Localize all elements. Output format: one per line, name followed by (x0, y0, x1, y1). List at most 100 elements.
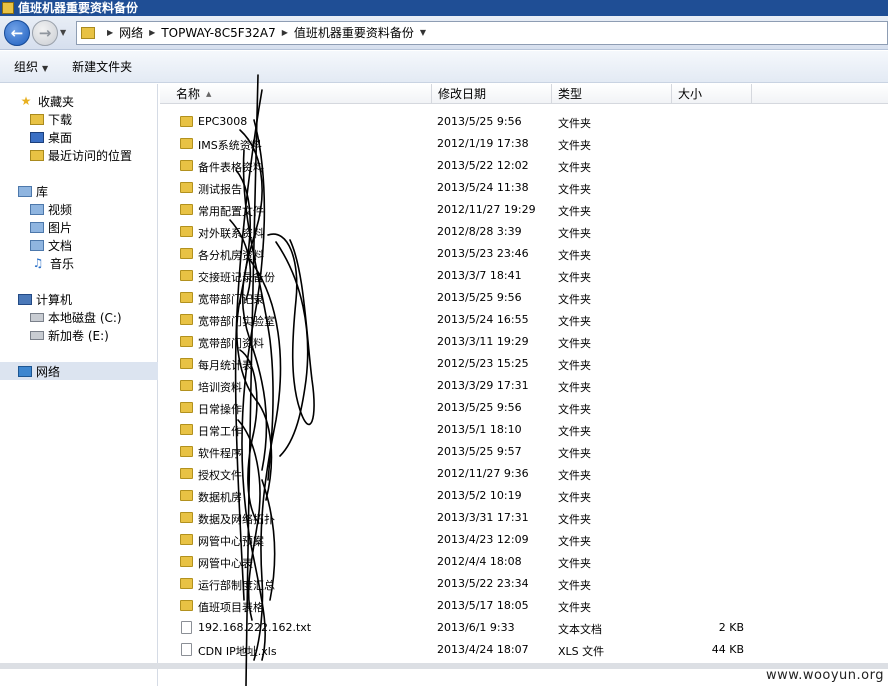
file-name: 日常操作 (198, 403, 242, 416)
file-type: 文件夹 (558, 249, 591, 262)
nav-label: 计算机 (36, 292, 73, 307)
nav-network[interactable]: 网络 (0, 362, 158, 380)
folder-icon (180, 248, 193, 259)
file-row[interactable]: 软件程序 2013/5/25 9:57 文件夹 (160, 441, 888, 463)
command-bar: 组织 ▼ 新建文件夹 (0, 51, 888, 83)
folder-icon (180, 292, 193, 303)
file-name: 授权文件 (198, 469, 242, 482)
picture-library-icon (30, 221, 44, 233)
new-folder-button[interactable]: 新建文件夹 (72, 58, 132, 75)
sort-ascending-icon: ▲ (206, 90, 212, 98)
nav-label: 收藏夹 (38, 94, 75, 109)
back-arrow-icon: ← (10, 23, 24, 42)
file-row[interactable]: 值班项目表格 2013/5/17 18:05 文件夹 (160, 595, 888, 617)
file-row[interactable]: 交接班记录备份 2013/3/7 18:41 文件夹 (160, 265, 888, 287)
file-row[interactable]: 备件表格资料 2013/5/22 12:02 文件夹 (160, 155, 888, 177)
file-name: 对外联系资料 (198, 227, 264, 240)
breadcrumb[interactable]: ▶ 网络 ▶ TOPWAY-8C5F32A7 ▶ 值班机器重要资料备份 ▼ (76, 20, 888, 45)
file-name: 备件表格资料 (198, 161, 264, 174)
back-button[interactable]: ← (4, 19, 30, 46)
file-modified-date: 2013/3/7 18:41 (437, 269, 522, 282)
file-row[interactable]: 培训资料 2013/3/29 17:31 文件夹 (160, 375, 888, 397)
column-header-type[interactable]: 类型 (552, 84, 672, 104)
file-row[interactable]: 网管中心表 2012/4/4 18:08 文件夹 (160, 551, 888, 573)
file-row[interactable]: 数据机房 2013/5/2 10:19 文件夹 (160, 485, 888, 507)
file-row[interactable]: 各分机房资料 2013/5/23 23:46 文件夹 (160, 243, 888, 265)
window-titlebar: 值班机器重要资料备份 (0, 0, 888, 16)
folder-icon (180, 160, 193, 171)
file-modified-date: 2013/5/25 9:56 (437, 401, 522, 414)
recent-pages-dropdown[interactable]: ▼ (60, 28, 70, 37)
file-name: 每月统计表 (198, 359, 253, 372)
file-row[interactable]: 日常操作 2013/5/25 9:56 文件夹 (160, 397, 888, 419)
nav-favorites[interactable]: ★ 收藏夹 (18, 92, 176, 110)
nav-label: 图片 (48, 220, 73, 235)
file-name: 宽带部门记录 (198, 293, 264, 306)
file-list: EPC3008 2013/5/25 9:56 文件夹 IMS系统资料 2012/1/19… (160, 111, 888, 661)
address-bar: ← → ▼ ▶ 网络 ▶ TOPWAY-8C5F32A7 ▶ 值班机器重要资料备… (0, 16, 888, 50)
file-row[interactable]: 常用配置文件 2012/11/27 19:29 文件夹 (160, 199, 888, 221)
file-name: 数据机房 (198, 491, 242, 504)
file-row[interactable]: CDN IP地址.xls 2013/4/24 18:07 XLS 文件 44 KB (160, 639, 888, 661)
breadcrumb-current-folder[interactable]: 值班机器重要资料备份 (294, 24, 414, 41)
breadcrumb-host[interactable]: TOPWAY-8C5F32A7 (161, 26, 275, 40)
nav-label: 最近访问的位置 (48, 148, 133, 163)
column-header-modified[interactable]: 修改日期 (432, 84, 552, 104)
file-row[interactable]: 日常工作 2013/5/1 18:10 文件夹 (160, 419, 888, 441)
file-size: 2 KB (718, 621, 744, 634)
file-modified-date: 2013/4/23 12:09 (437, 533, 529, 546)
breadcrumb-arrow-icon[interactable]: ▶ (149, 28, 155, 37)
file-modified-date: 2013/6/1 9:33 (437, 621, 515, 634)
file-row[interactable]: 192.168.222.162.txt 2013/6/1 9:33 文本文档 2 KB (160, 617, 888, 639)
file-modified-date: 2012/8/28 3:39 (437, 225, 522, 238)
file-modified-date: 2013/5/2 10:19 (437, 489, 522, 502)
forward-button[interactable]: → (32, 19, 58, 46)
file-modified-date: 2012/4/4 18:08 (437, 555, 522, 568)
file-row[interactable]: 测试报告 2013/5/24 11:38 文件夹 (160, 177, 888, 199)
column-header-name[interactable]: 名称 ▲ (170, 84, 432, 104)
nav-label: 桌面 (48, 130, 73, 145)
file-type: 文件夹 (558, 579, 591, 592)
file-row[interactable]: 运行部制度汇总 2013/5/22 23:34 文件夹 (160, 573, 888, 595)
file-modified-date: 2013/4/24 18:07 (437, 643, 529, 656)
file-row[interactable]: 每月统计表 2012/5/23 15:25 文件夹 (160, 353, 888, 375)
file-row[interactable]: 数据及网络拓扑 2013/3/31 17:31 文件夹 (160, 507, 888, 529)
downloads-folder-icon (30, 113, 44, 125)
breadcrumb-arrow-icon[interactable]: ▼ (420, 28, 426, 37)
organize-button[interactable]: 组织 ▼ (14, 58, 48, 75)
breadcrumb-network[interactable]: 网络 (119, 24, 143, 41)
file-row[interactable]: 宽带部门资料 2013/3/11 19:29 文件夹 (160, 331, 888, 353)
file-modified-date: 2013/3/31 17:31 (437, 511, 529, 524)
file-row[interactable]: IMS系统资料 2012/1/19 17:38 文件夹 (160, 133, 888, 155)
file-row[interactable]: 网管中心预案 2013/4/23 12:09 文件夹 (160, 529, 888, 551)
breadcrumb-arrow-icon[interactable]: ▶ (282, 28, 288, 37)
watermark: www.wooyun.org (765, 668, 884, 683)
file-type: 文件夹 (558, 227, 591, 240)
file-row[interactable]: 授权文件 2012/11/27 9:36 文件夹 (160, 463, 888, 485)
file-row[interactable]: 宽带部门实验室 2013/5/24 16:55 文件夹 (160, 309, 888, 331)
nav-libraries[interactable]: 库 (18, 182, 176, 200)
breadcrumb-arrow-icon[interactable]: ▶ (107, 28, 113, 37)
file-row[interactable]: 对外联系资料 2012/8/28 3:39 文件夹 (160, 221, 888, 243)
nav-label: 库 (36, 184, 49, 199)
nav-computer[interactable]: 计算机 (18, 290, 176, 308)
file-name: 运行部制度汇总 (198, 579, 275, 592)
file-row[interactable]: EPC3008 2013/5/25 9:56 文件夹 (160, 111, 888, 133)
file-modified-date: 2012/11/27 9:36 (437, 467, 529, 480)
column-header-size[interactable]: 大小 (672, 84, 752, 104)
folder-icon (180, 204, 193, 215)
file-type: 文件夹 (558, 381, 591, 394)
window-title: 值班机器重要资料备份 (18, 1, 139, 15)
forward-arrow-icon: → (38, 23, 52, 42)
file-name: 各分机房资料 (198, 249, 264, 262)
file-name: EPC3008 (198, 115, 248, 128)
chevron-down-icon: ▼ (42, 64, 49, 73)
file-type: 文件夹 (558, 117, 591, 130)
horizontal-scrollbar[interactable] (0, 663, 888, 669)
folder-icon (180, 512, 193, 523)
file-type: 文件夹 (558, 601, 591, 614)
file-list-pane: 名称 ▲ 修改日期 类型 大小 EPC3008 2013/5/25 9:56 文件夹 I… (160, 84, 888, 686)
file-row[interactable]: 宽带部门记录 2013/5/25 9:56 文件夹 (160, 287, 888, 309)
nav-label: 新加卷 (E:) (48, 328, 109, 343)
file-name: 交接班记录备份 (198, 271, 275, 284)
